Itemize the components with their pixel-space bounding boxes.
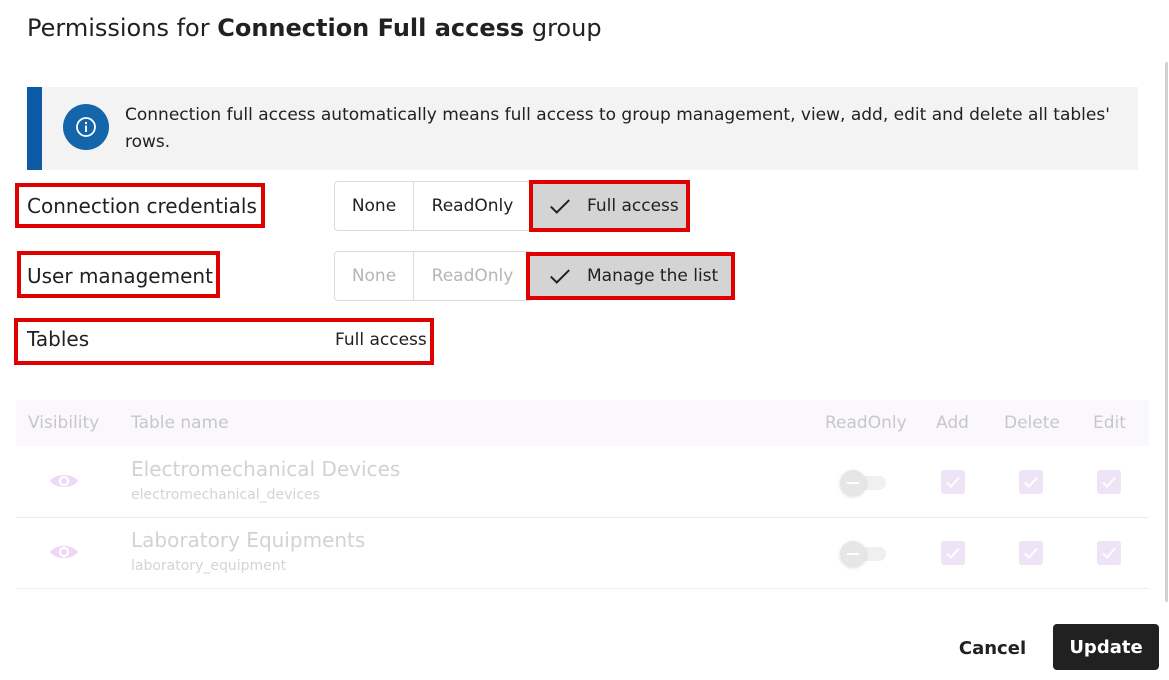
header-add: Add <box>936 413 969 433</box>
header-delete: Delete <box>1004 413 1060 433</box>
user-management-label: User management <box>27 264 213 288</box>
dialog-title: Permissions for Connection Full access g… <box>27 10 602 46</box>
eye-icon <box>50 475 78 487</box>
info-text: Connection full access automatically mea… <box>125 105 1110 152</box>
table-name: electromechanical_devices <box>131 487 320 503</box>
edit-checkbox <box>1097 470 1121 494</box>
readonly-toggle <box>840 470 888 496</box>
info-icon <box>63 104 109 150</box>
table-row: Laboratory Equipments laboratory_equipme… <box>16 518 1149 589</box>
tables-label: Tables <box>27 327 90 351</box>
check-icon <box>1102 547 1116 559</box>
delete-checkbox <box>1019 470 1043 494</box>
info-banner-accent <box>27 87 42 170</box>
check-icon <box>550 269 570 284</box>
readonly-toggle <box>840 541 888 567</box>
table-row: Electromechanical Devices electromechani… <box>16 447 1149 518</box>
info-banner: Connection full access automatically mea… <box>27 87 1138 170</box>
header-visibility: Visibility <box>28 413 100 433</box>
tables-access-value: Full access <box>335 330 427 350</box>
user-management-option-readonly: ReadOnly <box>431 266 514 286</box>
connection-credentials-option-none[interactable]: None <box>335 182 414 230</box>
user-management-option-none: None <box>335 252 414 300</box>
connection-credentials-label: Connection credentials <box>27 194 257 218</box>
check-icon <box>1024 476 1038 488</box>
user-management-selected-label: Manage the list <box>587 266 719 286</box>
connection-credentials-option-full-access[interactable]: Full access <box>529 180 690 232</box>
user-management-option-manage-the-list[interactable]: Manage the list <box>526 252 735 300</box>
check-icon <box>946 476 960 488</box>
connection-credentials-selected-label: Full access <box>587 196 679 216</box>
check-icon <box>946 547 960 559</box>
check-icon <box>1102 476 1116 488</box>
scrollbar[interactable] <box>1165 62 1168 602</box>
user-management-toggle-group: None ReadOnly <box>334 251 534 301</box>
header-edit: Edit <box>1093 413 1126 433</box>
cancel-button[interactable]: Cancel <box>946 626 1039 670</box>
table-name: laboratory_equipment <box>131 558 287 574</box>
delete-checkbox <box>1019 541 1043 565</box>
header-readonly: ReadOnly <box>825 413 907 433</box>
check-icon <box>550 199 570 214</box>
table-title: Electromechanical Devices <box>131 457 401 481</box>
update-button[interactable]: Update <box>1053 624 1159 670</box>
add-checkbox <box>941 470 965 494</box>
check-icon <box>1024 547 1038 559</box>
edit-checkbox <box>1097 541 1121 565</box>
title-group-name: Connection Full access <box>217 14 525 42</box>
table-header: Visibility Table name ReadOnly Add Delet… <box>16 400 1149 446</box>
title-suffix: group <box>524 14 602 42</box>
eye-icon <box>50 546 78 558</box>
title-prefix: Permissions for <box>27 14 218 42</box>
add-checkbox <box>941 541 965 565</box>
connection-credentials-toggle-group: None ReadOnly <box>334 181 534 231</box>
header-table-name: Table name <box>131 413 229 433</box>
table-title: Laboratory Equipments <box>131 528 366 552</box>
connection-credentials-option-readonly[interactable]: ReadOnly <box>414 182 531 230</box>
